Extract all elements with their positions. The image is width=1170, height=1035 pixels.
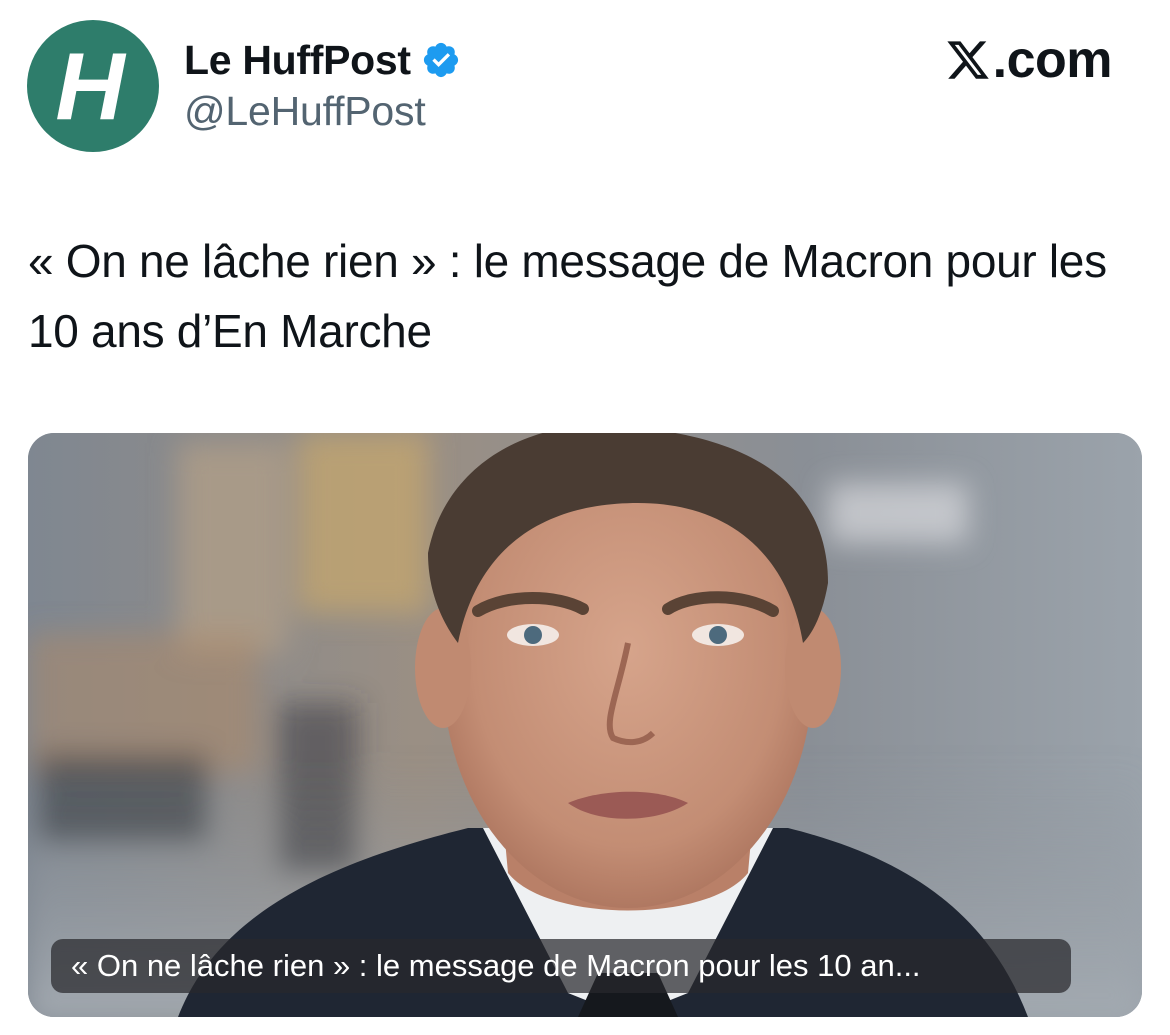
brand-domain-text: .com	[992, 31, 1113, 89]
verified-badge-icon	[423, 42, 458, 78]
avatar[interactable]: H	[27, 20, 159, 152]
account-handle[interactable]: @LeHuffPost	[184, 88, 461, 135]
media-photo	[28, 433, 1142, 1017]
name-row: Le HuffPost	[184, 36, 461, 84]
media-card[interactable]: « On ne lâche rien » : le message de Mac…	[28, 433, 1142, 1017]
avatar-logo-letter: H	[55, 33, 125, 140]
account-identity: Le HuffPost @LeHuffPost	[184, 36, 461, 135]
display-name[interactable]: Le HuffPost	[184, 37, 411, 84]
x-logo-icon	[947, 41, 989, 79]
tweet-text: « On ne lâche rien » : le message de Mac…	[28, 235, 1107, 357]
media-caption: « On ne lâche rien » : le message de Mac…	[51, 939, 1071, 993]
x-com-brand: .com	[945, 31, 1113, 89]
